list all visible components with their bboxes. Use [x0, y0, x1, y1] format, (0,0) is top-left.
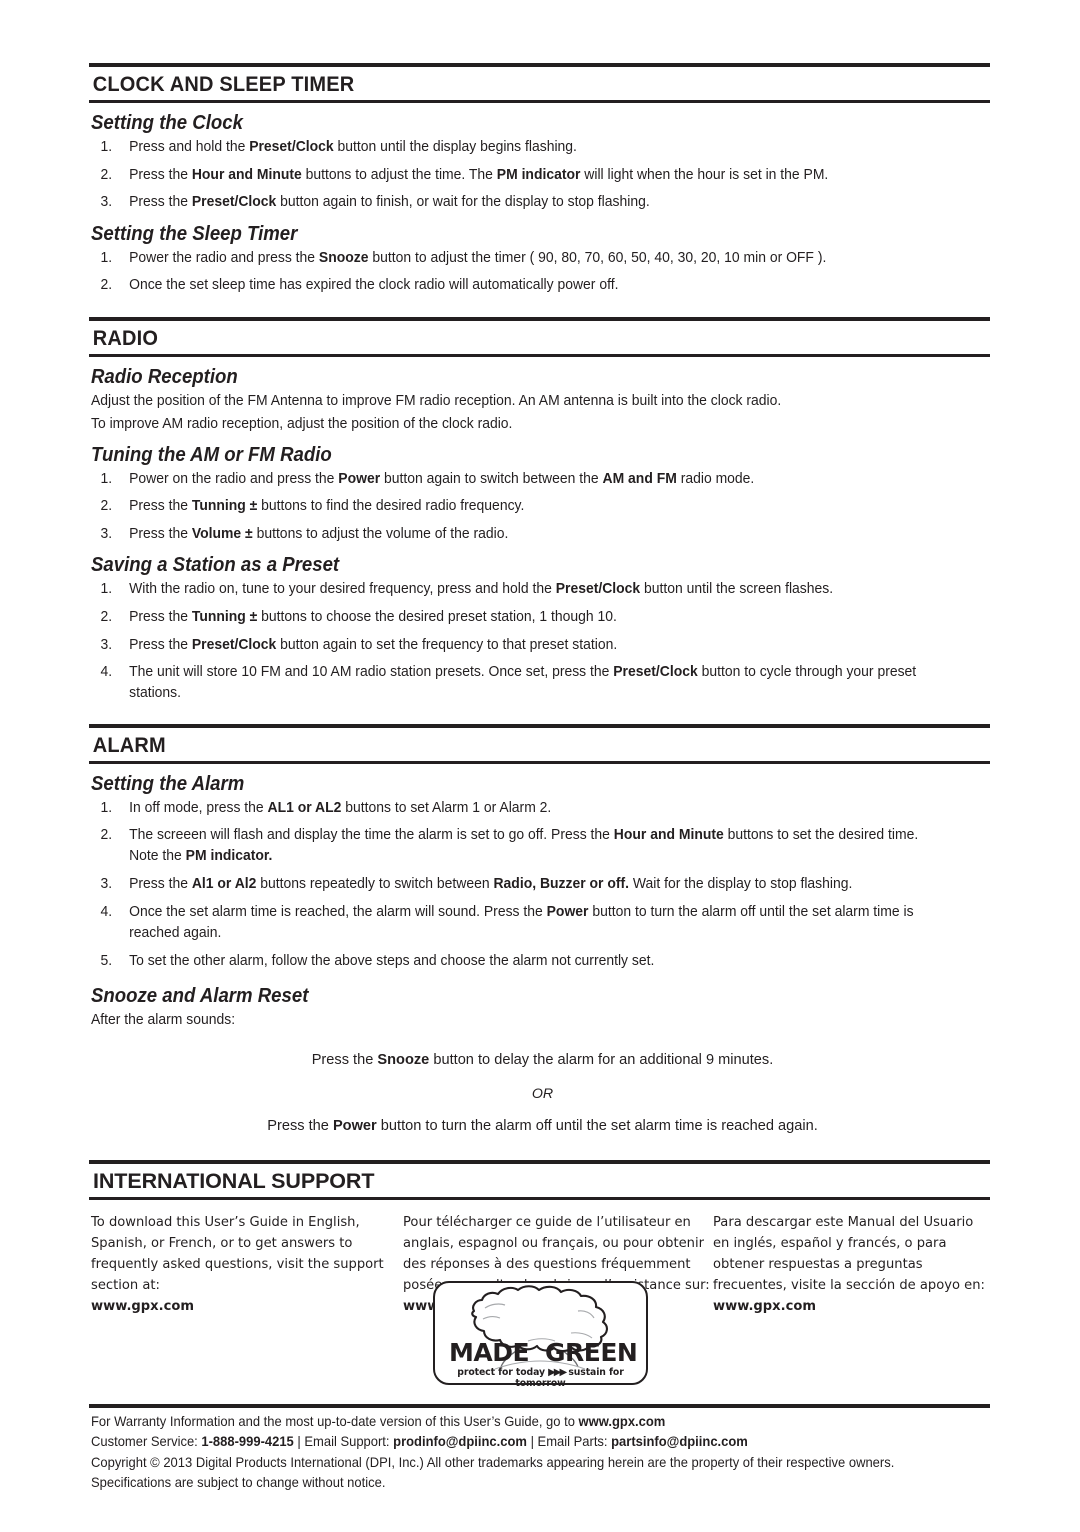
list-item: Power the radio and press the Snooze but…	[100, 248, 827, 269]
section-rule-bottom	[89, 760, 990, 764]
list-item: Press the Tunning ± buttons to find the …	[100, 496, 525, 517]
list-item: Once the set sleep time has expired the …	[100, 275, 619, 296]
centered-power-instruction: Press the Power button to turn the alarm…	[267, 1117, 818, 1134]
logo-text-made: MADE	[449, 1338, 530, 1367]
steps-setting-the-clock: Press and hold the Preset/Clock button u…	[89, 137, 990, 214]
list-item: Power on the radio and press the Power b…	[100, 469, 755, 490]
footer-rule	[89, 1404, 990, 1408]
section-clock-and-sleep-timer: CLOCK AND SLEEP TIMER Setting the Clock …	[89, 63, 990, 297]
manual-page: CLOCK AND SLEEP TIMER Setting the Clock …	[0, 0, 1080, 1532]
subheading-setting-the-sleep-timer: Setting the Sleep Timer	[91, 222, 298, 245]
subheading-snooze-and-alarm-reset: Snooze and Alarm Reset	[91, 984, 309, 1007]
list-item: Once the set alarm time is reached, the …	[100, 902, 914, 941]
list-item: Press the Tunning ± buttons to choose th…	[100, 607, 617, 628]
logo-tagline-left: protect for today	[457, 1367, 545, 1378]
section-title-radio: RADIO	[92, 326, 159, 351]
section-rule-bottom	[89, 100, 990, 104]
paragraph-after-the-alarm-sounds: After the alarm sounds:	[91, 1011, 236, 1028]
section-rule-bottom	[89, 354, 990, 358]
list-item: Press the Preset/Clock button again to s…	[100, 635, 618, 656]
page-content: CLOCK AND SLEEP TIMER Setting the Clock …	[89, 0, 990, 1318]
section-title-international-support: INTERNATIONAL SUPPORT	[93, 1169, 375, 1194]
footer-warranty-line: For Warranty Information and the most up…	[91, 1414, 666, 1429]
steps-setting-the-sleep-timer: Power the radio and press the Snooze but…	[89, 248, 990, 297]
list-item: Press the Volume ± buttons to adjust the…	[100, 524, 509, 545]
list-item: With the radio on, tune to your desired …	[100, 579, 834, 600]
list-item: In off mode, press the AL1 or AL2 button…	[100, 798, 552, 819]
footer: For Warranty Information and the most up…	[91, 1412, 992, 1494]
steps-setting-the-alarm: In off mode, press the AL1 or AL2 button…	[89, 798, 990, 972]
section-rule-bottom	[89, 1197, 990, 1201]
made-green-logo: MADE GREEN protect for today ▶▶▶ sustain…	[433, 1281, 648, 1389]
section-radio: RADIO Radio Reception Adjust the positio…	[89, 317, 990, 704]
support-column-english: To download this User’s Guide in English…	[91, 1215, 384, 1314]
section-title-alarm: ALARM	[92, 732, 166, 757]
subheading-setting-the-alarm: Setting the Alarm	[91, 772, 245, 795]
logo-tagline: protect for today ▶▶▶ sustain for tomorr…	[433, 1367, 648, 1389]
steps-tuning-the-am-or-fm-radio: Power on the radio and press the Power b…	[89, 469, 990, 546]
footer-copyright-line: Copyright © 2013 Digital Products Intern…	[91, 1454, 895, 1470]
subheading-radio-reception: Radio Reception	[91, 366, 238, 389]
section-alarm: ALARM Setting the Alarm In off mode, pre…	[89, 723, 990, 1138]
footer-specifications-line: Specifications are subject to change wit…	[91, 1475, 386, 1491]
paragraph: Adjust the position of the FM Antenna to…	[91, 393, 782, 410]
list-item: Press the Hour and Minute buttons to adj…	[100, 165, 829, 186]
steps-saving-a-station-as-a-preset: With the radio on, tune to your desired …	[89, 579, 990, 704]
subheading-tuning-the-am-or-fm-radio: Tuning the AM or FM Radio	[91, 443, 332, 466]
subheading-saving-a-station-as-a-preset: Saving a Station as a Preset	[91, 554, 340, 577]
list-item: The screeen will flash and display the t…	[100, 825, 919, 865]
centered-snooze-instruction: Press the Snooze button to delay the ala…	[311, 1051, 774, 1068]
list-item: To set the other alarm, follow the above…	[100, 951, 655, 972]
paragraph: To improve AM radio reception, adjust th…	[91, 415, 513, 432]
list-item: The unit will store 10 FM and 10 AM radi…	[100, 662, 917, 702]
centered-or-divider: OR	[531, 1085, 554, 1102]
support-column-spanish: Para descargar este Manual del Usuario e…	[713, 1215, 985, 1314]
logo-text-green: GREEN	[545, 1338, 638, 1367]
subheading-setting-the-clock: Setting the Clock	[91, 112, 243, 135]
arrows-icon: ▶▶▶	[548, 1367, 567, 1378]
list-item: Press the Al1 or Al2 buttons repeatedly …	[100, 874, 853, 895]
list-item: Press and hold the Preset/Clock button u…	[100, 137, 577, 158]
section-title-clock-and-sleep-timer: CLOCK AND SLEEP TIMER	[92, 72, 355, 96]
list-item: Press the Preset/Clock button again to f…	[100, 192, 650, 213]
footer-contact-line: Customer Service: 1-888-999-4215 | Email…	[91, 1434, 748, 1450]
